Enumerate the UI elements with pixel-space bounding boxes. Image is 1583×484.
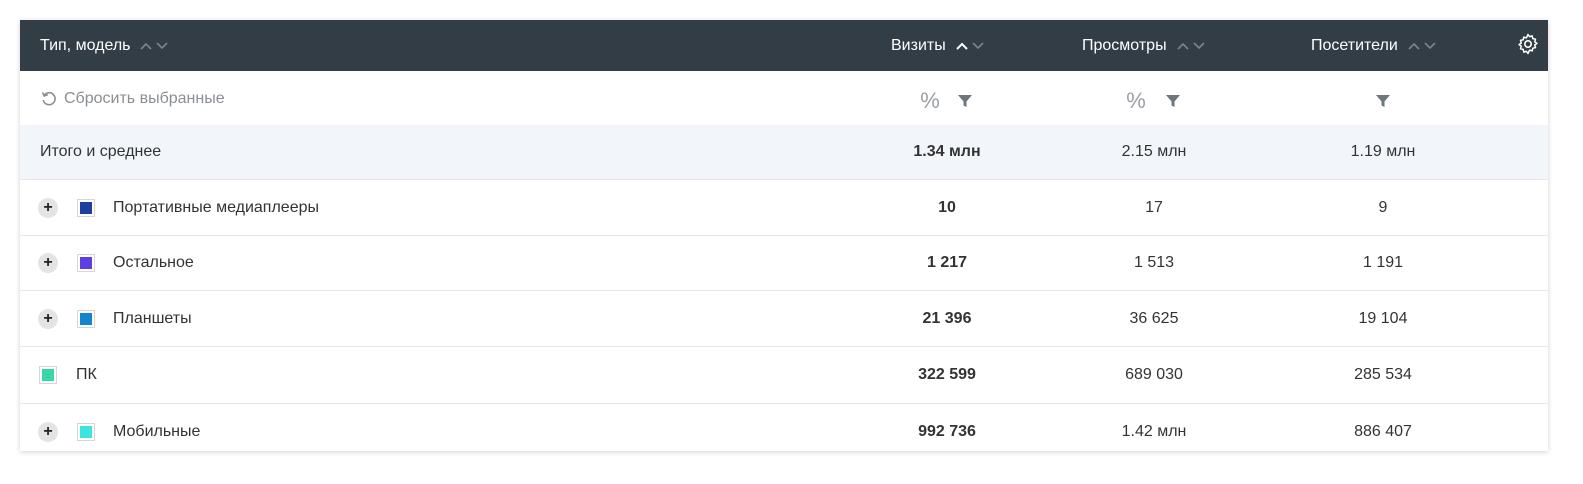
table-row[interactable]: + Портативные медиаплееры 10 17 9 <box>20 180 1548 236</box>
row-views: 1 513 <box>1133 254 1175 271</box>
expand-plus-icon[interactable]: + <box>38 197 58 218</box>
table-row[interactable]: + Планшеты 21 396 36 625 19 104 <box>20 291 1548 347</box>
percent-toggle-visits[interactable]: % <box>918 74 942 128</box>
row-visits: 322 599 <box>918 366 976 383</box>
column-title-visits: Визиты <box>891 36 946 54</box>
row-visitors: 1 191 <box>1362 254 1404 271</box>
table-row[interactable]: + Мобильные 992 736 1.42 млн 886 407 <box>20 404 1548 451</box>
series-toggle-checkbox[interactable] <box>77 422 95 441</box>
column-header-visitors[interactable]: Посетители <box>1311 20 1436 71</box>
color-swatch <box>80 425 92 438</box>
row-label: Портативные медиаплееры <box>113 198 319 216</box>
sort-controls <box>140 41 169 50</box>
totals-label: Итого и среднее <box>40 143 162 160</box>
expand-plus-icon[interactable]: + <box>38 308 58 329</box>
percent-toggle-views[interactable]: % <box>1124 74 1148 128</box>
column-header-type-model[interactable]: Тип, модель <box>40 20 169 71</box>
row-views: 36 625 <box>1129 309 1179 327</box>
filter-icon-views[interactable] <box>1164 74 1182 128</box>
totals-views: 2.15 млн <box>1121 143 1187 160</box>
row-views: 689 030 <box>1125 366 1183 383</box>
filter-icon-visits[interactable] <box>956 74 974 128</box>
sort-asc-icon-active[interactable] <box>956 42 968 50</box>
row-visits: 1 217 <box>926 254 968 271</box>
filter-row: Сбросить выбранные % % <box>20 71 1548 126</box>
color-swatch <box>80 201 92 214</box>
table-header: Тип, модель Визиты Просмотры Посетители <box>20 20 1548 71</box>
table-row[interactable]: ПК 322 599 689 030 285 534 <box>20 347 1548 404</box>
sort-asc-icon[interactable] <box>140 42 153 50</box>
series-toggle-checkbox[interactable] <box>77 198 95 217</box>
reset-selection-label: Сбросить выбранные <box>64 89 225 107</box>
sort-desc-icon[interactable] <box>972 41 984 50</box>
row-visitors: 19 104 <box>1358 309 1408 327</box>
gear-icon[interactable] <box>1516 32 1540 56</box>
data-table: Тип, модель Визиты Просмотры Посетители <box>20 20 1548 451</box>
expand-plus-icon[interactable]: + <box>38 253 58 273</box>
sort-desc-icon[interactable] <box>156 41 169 50</box>
sort-desc-icon[interactable] <box>1193 41 1205 50</box>
expand-plus-icon[interactable]: + <box>38 421 58 442</box>
series-toggle-checkbox[interactable] <box>77 254 95 272</box>
totals-visits: 1.34 млн <box>913 143 981 160</box>
series-toggle-checkbox[interactable] <box>39 366 57 384</box>
sort-controls <box>1408 41 1436 50</box>
row-visits: 992 736 <box>918 422 976 440</box>
row-visitors: 9 <box>1378 198 1388 216</box>
row-views: 1.42 млн <box>1121 422 1187 440</box>
row-visitors: 886 407 <box>1354 422 1412 440</box>
sort-controls <box>956 41 984 50</box>
column-header-views[interactable]: Просмотры <box>1082 20 1205 71</box>
totals-visitors: 1.19 млн <box>1350 143 1416 160</box>
sort-desc-icon[interactable] <box>1424 41 1436 50</box>
sort-controls <box>1177 41 1205 50</box>
row-visits: 10 <box>938 198 956 216</box>
row-label: Мобильные <box>113 422 201 440</box>
totals-row: Итого и среднее 1.34 млн 2.15 млн 1.19 м… <box>20 125 1548 180</box>
column-title-type-model: Тип, модель <box>40 36 131 54</box>
color-swatch <box>42 369 54 381</box>
row-label: Остальное <box>113 254 194 271</box>
row-visitors: 285 534 <box>1354 366 1412 383</box>
row-views: 17 <box>1145 198 1163 216</box>
column-title-visitors: Посетители <box>1311 36 1398 54</box>
table-row[interactable]: + Остальное 1 217 1 513 1 191 <box>20 236 1548 291</box>
color-swatch <box>80 312 92 325</box>
column-header-visits[interactable]: Визиты <box>891 20 984 71</box>
reset-selection-button[interactable]: Сбросить выбранные <box>40 71 225 126</box>
row-label: ПК <box>76 366 97 383</box>
row-visits: 21 396 <box>922 309 972 327</box>
sort-asc-icon[interactable] <box>1177 42 1189 50</box>
filter-icon-visitors[interactable] <box>1374 74 1392 128</box>
sort-asc-icon[interactable] <box>1408 42 1420 50</box>
series-toggle-checkbox[interactable] <box>77 309 95 328</box>
row-label: Планшеты <box>113 309 192 327</box>
column-title-views: Просмотры <box>1082 36 1167 54</box>
reset-icon <box>41 91 56 106</box>
color-swatch <box>80 257 92 269</box>
